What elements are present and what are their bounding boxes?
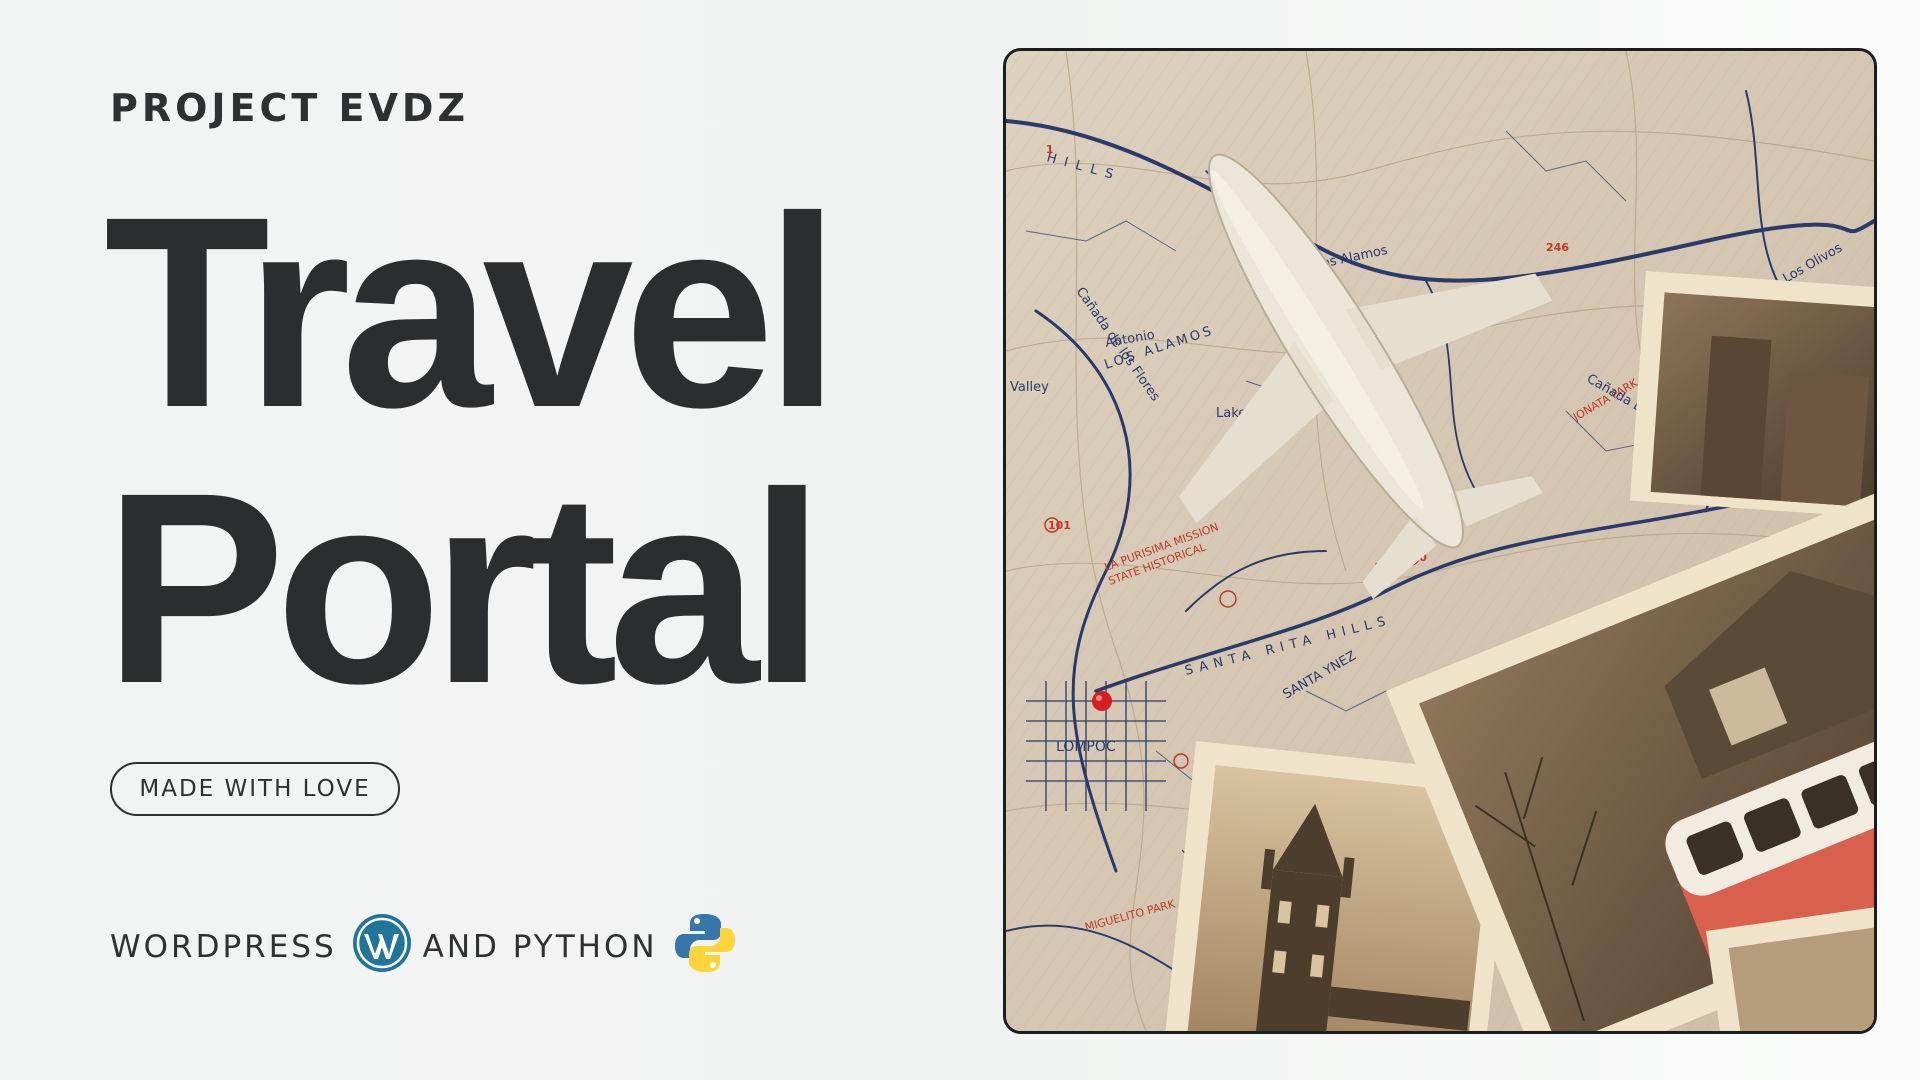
- project-label: PROJECT EVDZ: [110, 86, 470, 130]
- hero-title-line2: Portal: [104, 436, 825, 740]
- svg-text:1: 1: [1046, 143, 1054, 156]
- svg-text:LOMPOC: LOMPOC: [1056, 739, 1116, 755]
- made-with-love-badge: MADE WITH LOVE: [110, 762, 400, 816]
- tech-stack-line: WORDPRESS AND PYTHON: [110, 910, 738, 984]
- python-logo-icon: [672, 910, 738, 984]
- svg-text:Valley: Valley: [1010, 380, 1049, 395]
- travel-photo: LA PURISIMA MISSION STATE HISTORICAL JON…: [1003, 48, 1877, 1034]
- map-pin-icon: [1092, 691, 1112, 711]
- badge-label: MADE WITH LOVE: [139, 776, 371, 802]
- tech-label-wordpress: WORDPRESS: [110, 929, 337, 965]
- svg-text:101: 101: [1048, 519, 1071, 532]
- hero-title-line1: Travel: [104, 160, 840, 464]
- tech-label-python: AND PYTHON: [422, 929, 658, 965]
- svg-text:246: 246: [1546, 241, 1569, 254]
- hero-panel: PROJECT EVDZ Travel Portal MADE WITH LOV…: [104, 0, 990, 1080]
- wordpress-logo-icon: [351, 912, 413, 982]
